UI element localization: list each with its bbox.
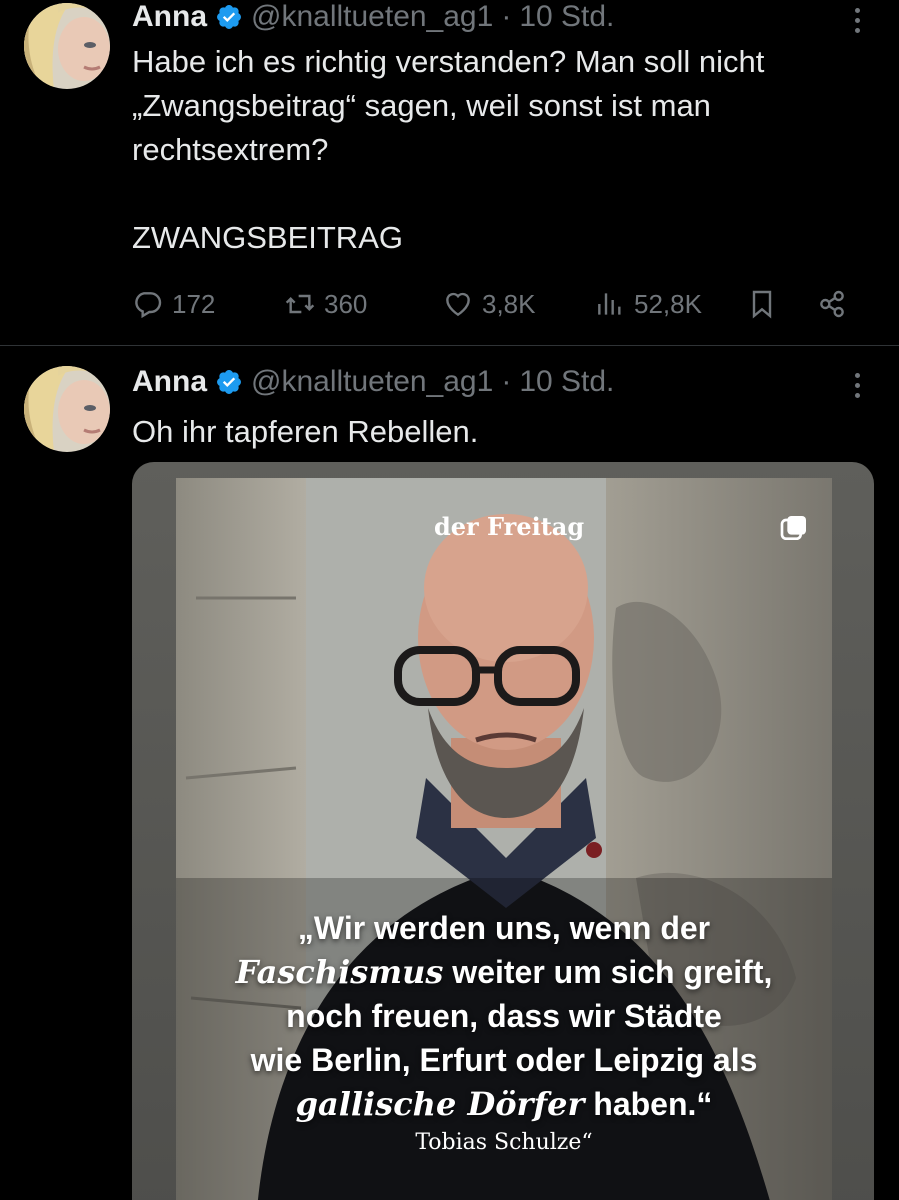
author-name[interactable]: Anna (132, 365, 207, 399)
repost-button[interactable]: 360 (284, 282, 367, 326)
verified-badge-icon (217, 5, 241, 29)
tweet-text: Oh ihr tapferen Rebellen. (132, 414, 479, 449)
quote-line: „Wir werden uns, wenn der (297, 910, 711, 946)
timestamp[interactable]: 10 Std. (519, 365, 614, 399)
media-photo: der Freitag „Wir werden uns, wenn der Fa… (176, 478, 832, 1200)
views-button[interactable]: 52,8K (594, 282, 702, 326)
repost-icon (285, 294, 315, 314)
multiple-images-icon (780, 516, 806, 540)
media-quote: „Wir werden uns, wenn der Faschismus wei… (176, 906, 832, 1126)
author-name[interactable]: Anna (132, 0, 207, 34)
tweet-header: Anna @knalltueten_ag1 · 10 Std. (132, 365, 614, 399)
like-count: 3,8K (482, 288, 536, 319)
like-button[interactable]: 3,8K (442, 282, 536, 326)
reply-count: 172 (172, 288, 216, 319)
quote-line: haben.“ (584, 1086, 713, 1122)
repost-count: 360 (324, 288, 368, 319)
author-handle[interactable]: @knalltueten_ag1 (251, 365, 493, 399)
share-button[interactable] (816, 282, 848, 326)
reply-icon (135, 292, 162, 319)
tweet-actions: 172 360 3,8K 52,8K (132, 282, 872, 326)
share-icon (820, 290, 844, 318)
quote-line: noch freuen, dass wir Städte (286, 998, 722, 1034)
bookmark-icon (752, 290, 772, 319)
timestamp[interactable]: 10 Std. (519, 0, 614, 34)
quote-line: wie Berlin, Erfurt oder Leipzig als (250, 1042, 758, 1078)
brand-logo: der Freitag (434, 512, 585, 541)
like-icon (446, 292, 470, 317)
tweet-header: Anna @knalltueten_ag1 · 10 Std. (132, 0, 614, 34)
views-icon (598, 293, 621, 315)
tweet[interactable]: Anna @knalltueten_ag1 · 10 Std. Oh ihr t… (0, 346, 899, 1200)
reply-button[interactable]: 172 (132, 282, 215, 326)
quote-author: Tobias Schulze“ (415, 1130, 593, 1155)
avatar[interactable] (24, 366, 110, 452)
more-options-icon[interactable] (845, 3, 869, 37)
quote-italic: gallische Dörfer (295, 1085, 585, 1123)
verified-badge-icon (217, 370, 241, 394)
quote-italic: Faschismus (235, 953, 444, 991)
author-handle[interactable]: @knalltueten_ag1 (251, 0, 493, 34)
avatar[interactable] (24, 3, 110, 89)
tweet-text: Habe ich es richtig verstanden? Man soll… (132, 44, 765, 255)
views-count: 52,8K (634, 288, 702, 319)
bookmark-button[interactable] (746, 282, 778, 326)
more-options-icon[interactable] (845, 368, 869, 402)
tweet[interactable]: Anna @knalltueten_ag1 · 10 Std. Habe ich… (0, 0, 899, 346)
separator: · (501, 0, 512, 33)
separator: · (501, 365, 512, 398)
quote-line: weiter um sich greift, (443, 954, 773, 990)
tweet-media[interactable]: der Freitag „Wir werden uns, wenn der Fa… (132, 462, 874, 1200)
